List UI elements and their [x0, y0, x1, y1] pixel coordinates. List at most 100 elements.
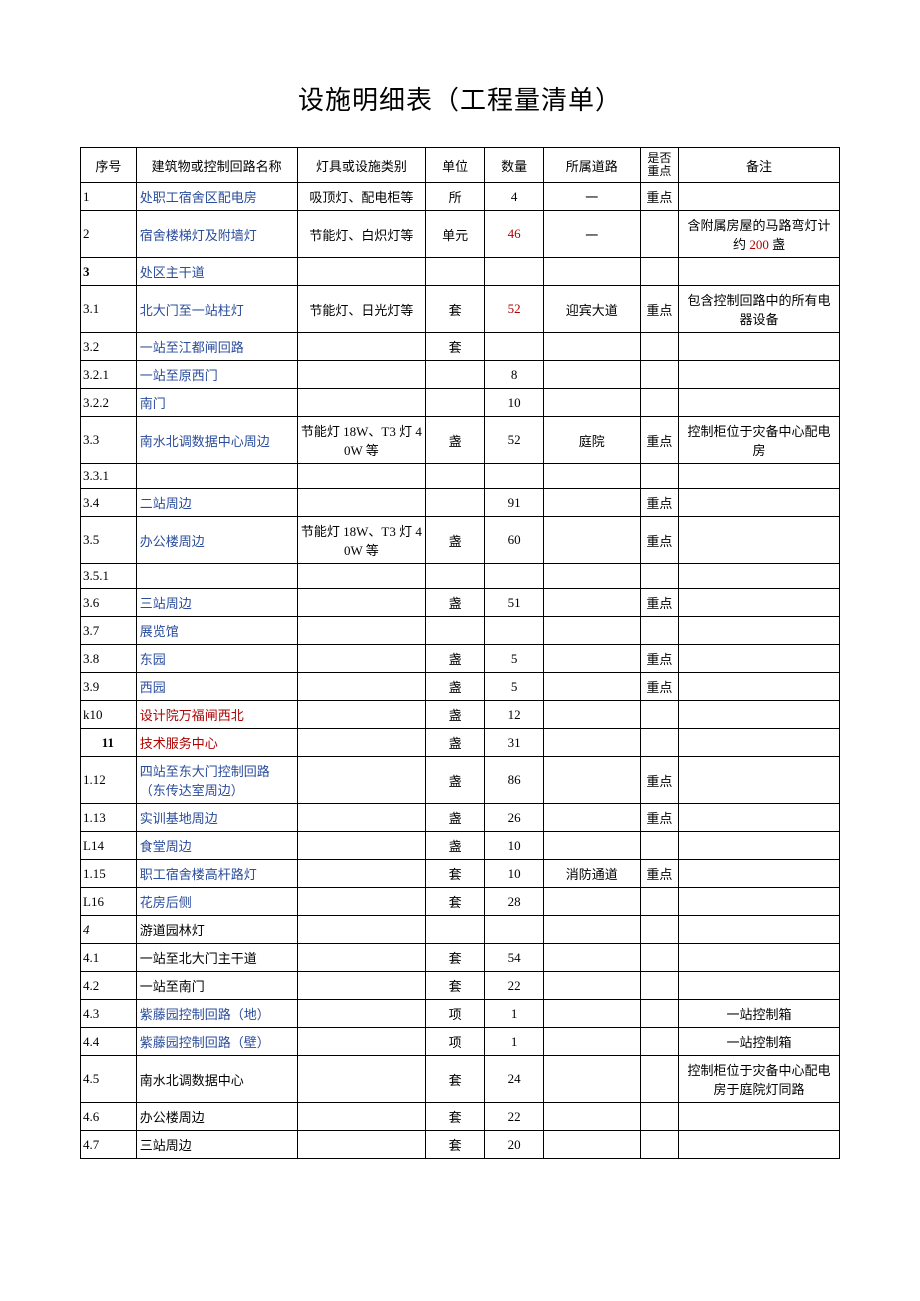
cell-road — [544, 673, 640, 701]
header-seq: 序号 — [81, 148, 137, 183]
table-row: 3.3南水北调数据中心周边节能灯 18W、T3 灯 40W 等盏52庭院重点控制… — [81, 417, 840, 464]
cell-seq: 4.3 — [81, 1000, 137, 1028]
cell-seq: 4.6 — [81, 1103, 137, 1131]
cell-unit: 套 — [426, 972, 485, 1000]
cell-road — [544, 888, 640, 916]
header-type: 灯具或设施类别 — [297, 148, 426, 183]
table-row: 3.2一站至江都闸回路套 — [81, 333, 840, 361]
cell-name: 南水北调数据中心周边 — [136, 417, 297, 464]
cell-unit: 盏 — [426, 417, 485, 464]
cell-qty: 52 — [485, 417, 544, 464]
cell-qty: 10 — [485, 832, 544, 860]
cell-qty — [485, 333, 544, 361]
table-row: 3.2.2南门10 — [81, 389, 840, 417]
cell-qty — [485, 258, 544, 286]
cell-type — [297, 916, 426, 944]
cell-seq: 3.8 — [81, 645, 137, 673]
cell-name: 四站至东大门控制回路（东传达室周边） — [136, 757, 297, 804]
table-row: 3处区主干道 — [81, 258, 840, 286]
cell-key — [640, 701, 679, 729]
table-row: 4.3紫藤园控制回路（地）项1一站控制箱 — [81, 1000, 840, 1028]
cell-note — [679, 258, 840, 286]
table-row: 3.8东园盏5重点 — [81, 645, 840, 673]
cell-type — [297, 389, 426, 417]
cell-name — [136, 564, 297, 589]
cell-road — [544, 389, 640, 417]
cell-unit: 盏 — [426, 729, 485, 757]
cell-qty: 51 — [485, 589, 544, 617]
header-name: 建筑物或控制回路名称 — [136, 148, 297, 183]
cell-key: 重点 — [640, 645, 679, 673]
cell-name: 三站周边 — [136, 589, 297, 617]
cell-name: 实训基地周边 — [136, 804, 297, 832]
header-unit: 单位 — [426, 148, 485, 183]
table-row: 3.5办公楼周边节能灯 18W、T3 灯 40W 等盏60重点 — [81, 517, 840, 564]
cell-key — [640, 1103, 679, 1131]
cell-key — [640, 972, 679, 1000]
table-row: 4.6办公楼周边套22 — [81, 1103, 840, 1131]
header-key: 是否重点 — [640, 148, 679, 183]
cell-unit: 盏 — [426, 517, 485, 564]
table-row: 3.1北大门至一站柱灯节能灯、日光灯等套52迎宾大道重点包含控制回路中的所有电器… — [81, 286, 840, 333]
cell-road — [544, 1028, 640, 1056]
cell-qty: 4 — [485, 183, 544, 211]
table-row: 3.5.1 — [81, 564, 840, 589]
cell-qty: 31 — [485, 729, 544, 757]
cell-key: 重点 — [640, 804, 679, 832]
cell-note — [679, 617, 840, 645]
cell-type — [297, 972, 426, 1000]
cell-key — [640, 1000, 679, 1028]
cell-seq: 1.13 — [81, 804, 137, 832]
cell-seq: 1 — [81, 183, 137, 211]
cell-key: 重点 — [640, 589, 679, 617]
cell-key — [640, 888, 679, 916]
cell-qty: 10 — [485, 860, 544, 888]
cell-road — [544, 972, 640, 1000]
cell-name: 展览馆 — [136, 617, 297, 645]
cell-type — [297, 1028, 426, 1056]
cell-road — [544, 589, 640, 617]
cell-key: 重点 — [640, 286, 679, 333]
table-header-row: 序号 建筑物或控制回路名称 灯具或设施类别 单位 数量 所属道路 是否重点 备注 — [81, 148, 840, 183]
cell-key — [640, 617, 679, 645]
cell-qty — [485, 464, 544, 489]
cell-qty: 1 — [485, 1000, 544, 1028]
cell-name: 南门 — [136, 389, 297, 417]
cell-unit: 盏 — [426, 645, 485, 673]
cell-qty: 5 — [485, 673, 544, 701]
cell-name: 花房后侧 — [136, 888, 297, 916]
cell-note: 控制柜位于灾备中心配电房于庭院灯同路 — [679, 1056, 840, 1103]
header-qty: 数量 — [485, 148, 544, 183]
cell-seq: 4.4 — [81, 1028, 137, 1056]
table-row: 3.3.1 — [81, 464, 840, 489]
cell-note — [679, 972, 840, 1000]
cell-seq: 3.4 — [81, 489, 137, 517]
cell-name: 职工宿舍楼高杆路灯 — [136, 860, 297, 888]
cell-note — [679, 183, 840, 211]
cell-unit: 盏 — [426, 673, 485, 701]
cell-unit: 盏 — [426, 589, 485, 617]
cell-road — [544, 517, 640, 564]
table-row: 3.6三站周边 盏51 重点 — [81, 589, 840, 617]
cell-type — [297, 464, 426, 489]
cell-road — [544, 564, 640, 589]
cell-seq: 3.6 — [81, 589, 137, 617]
cell-note: 含附属房屋的马路弯灯计约 200 盏 — [679, 211, 840, 258]
cell-qty: 91 — [485, 489, 544, 517]
cell-seq: 1.12 — [81, 757, 137, 804]
cell-type — [297, 645, 426, 673]
table-row: 1.12四站至东大门控制回路（东传达室周边）盏86重点 — [81, 757, 840, 804]
cell-note — [679, 729, 840, 757]
cell-unit — [426, 389, 485, 417]
cell-note — [679, 701, 840, 729]
cell-seq: 3.1 — [81, 286, 137, 333]
cell-unit: 盏 — [426, 757, 485, 804]
table-row: 4游道园林灯 — [81, 916, 840, 944]
cell-type — [297, 701, 426, 729]
cell-note: 一站控制箱 — [679, 1028, 840, 1056]
cell-name: 一站至原西门 — [136, 361, 297, 389]
cell-type — [297, 1056, 426, 1103]
cell-name: 二站周边 — [136, 489, 297, 517]
table-row: 3.2.1一站至原西门8 — [81, 361, 840, 389]
cell-note: 包含控制回路中的所有电器设备 — [679, 286, 840, 333]
